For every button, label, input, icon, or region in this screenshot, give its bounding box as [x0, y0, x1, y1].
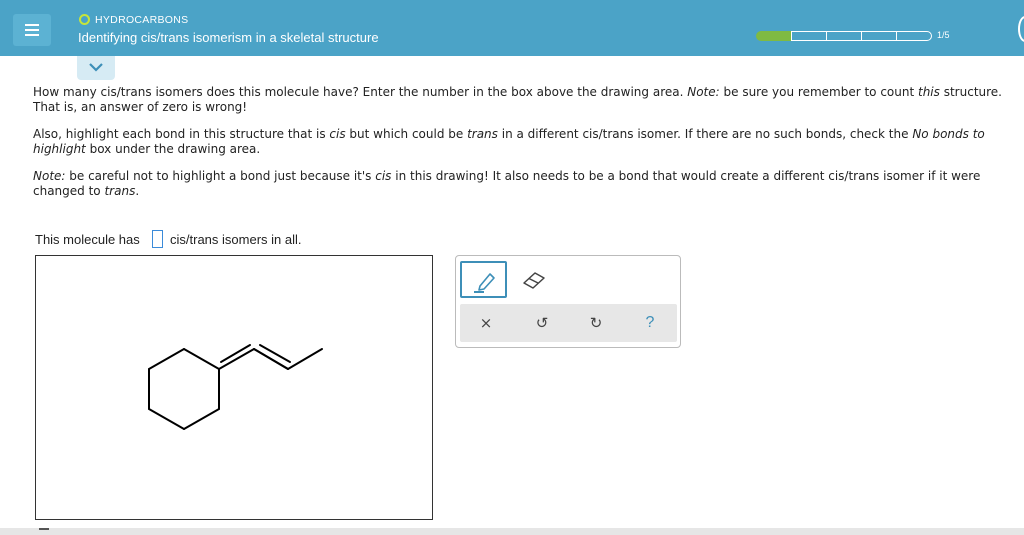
- progress-segment: [826, 31, 862, 41]
- answer-suffix: cis/trans isomers in all.: [170, 232, 302, 247]
- question-paragraph-2: Also, highlight each bond in this struct…: [33, 127, 1023, 157]
- question-paragraph-1: How many cis/trans isomers does this mol…: [33, 85, 1023, 115]
- menu-icon-line: [25, 34, 39, 36]
- ring-bond[interactable]: [148, 408, 185, 430]
- side-panel-toggle[interactable]: [1018, 16, 1024, 42]
- progress-segment: [861, 31, 897, 41]
- ring-bond[interactable]: [183, 348, 220, 370]
- lesson-title: Identifying cis/trans isomerism in a ske…: [78, 30, 379, 45]
- top-bar: HYDROCARBONS Identifying cis/trans isome…: [0, 0, 1024, 56]
- progress-bar: [756, 31, 932, 41]
- help-icon[interactable]: ?: [630, 304, 670, 342]
- emphasis-text: cis: [329, 127, 346, 141]
- terminal-bond[interactable]: [287, 348, 323, 370]
- emphasis-text: this: [918, 85, 940, 99]
- question-text: in a different cis/trans isomer. If ther…: [497, 127, 913, 141]
- question-text: box under the drawing area.: [85, 142, 261, 156]
- progress-text: 1/5: [937, 30, 950, 40]
- ring-bond[interactable]: [148, 348, 185, 370]
- drawing-toolbox: × ↺ ↻ ?: [455, 255, 681, 348]
- question-text: be careful not to highlight a bond just …: [65, 169, 376, 183]
- question-paragraph-3: Note: be careful not to highlight a bond…: [33, 169, 1023, 199]
- menu-icon-line: [25, 29, 39, 31]
- emphasis-text: trans: [104, 184, 136, 198]
- progress-segment: [896, 31, 932, 41]
- note-label: Note:: [687, 85, 720, 99]
- question-text: Also, highlight each bond in this struct…: [33, 127, 330, 141]
- ring-bond[interactable]: [183, 408, 220, 430]
- topic-status-icon: [79, 14, 90, 25]
- isomer-count-input[interactable]: [152, 230, 163, 248]
- progress-segment: [791, 31, 827, 41]
- question-text: How many cis/trans isomers does this mol…: [33, 85, 688, 99]
- question-text: .: [135, 184, 140, 198]
- collapse-header-button[interactable]: [77, 56, 115, 80]
- bottom-indicator: [39, 528, 49, 530]
- topic-label: HYDROCARBONS: [95, 14, 189, 26]
- clear-icon[interactable]: ×: [466, 304, 506, 342]
- menu-icon-line: [25, 24, 39, 26]
- drawing-area[interactable]: [35, 255, 433, 520]
- progress-segment: [756, 31, 792, 41]
- answer-prefix: This molecule has: [35, 232, 140, 247]
- eraser-tool-button[interactable]: [521, 269, 547, 291]
- molecule-structure: [148, 344, 323, 430]
- eraser-icon: [523, 272, 545, 289]
- chevron-down-icon: [89, 63, 103, 72]
- note-label: Note:: [33, 169, 66, 183]
- action-toolbar: × ↺ ↻ ?: [460, 304, 677, 342]
- chain-double-bond-inner: [259, 344, 291, 363]
- bottom-bar: [0, 528, 1024, 535]
- pencil-icon: [474, 273, 495, 293]
- menu-button[interactable]: [13, 14, 51, 46]
- question-text: but which could be: [345, 127, 468, 141]
- emphasis-text: trans: [467, 127, 498, 141]
- redo-icon[interactable]: ↻: [576, 304, 616, 342]
- pencil-tool-button[interactable]: [460, 261, 507, 298]
- emphasis-text: cis: [375, 169, 392, 183]
- question-text: be sure you remember to count: [719, 85, 918, 99]
- undo-icon[interactable]: ↺: [522, 304, 562, 342]
